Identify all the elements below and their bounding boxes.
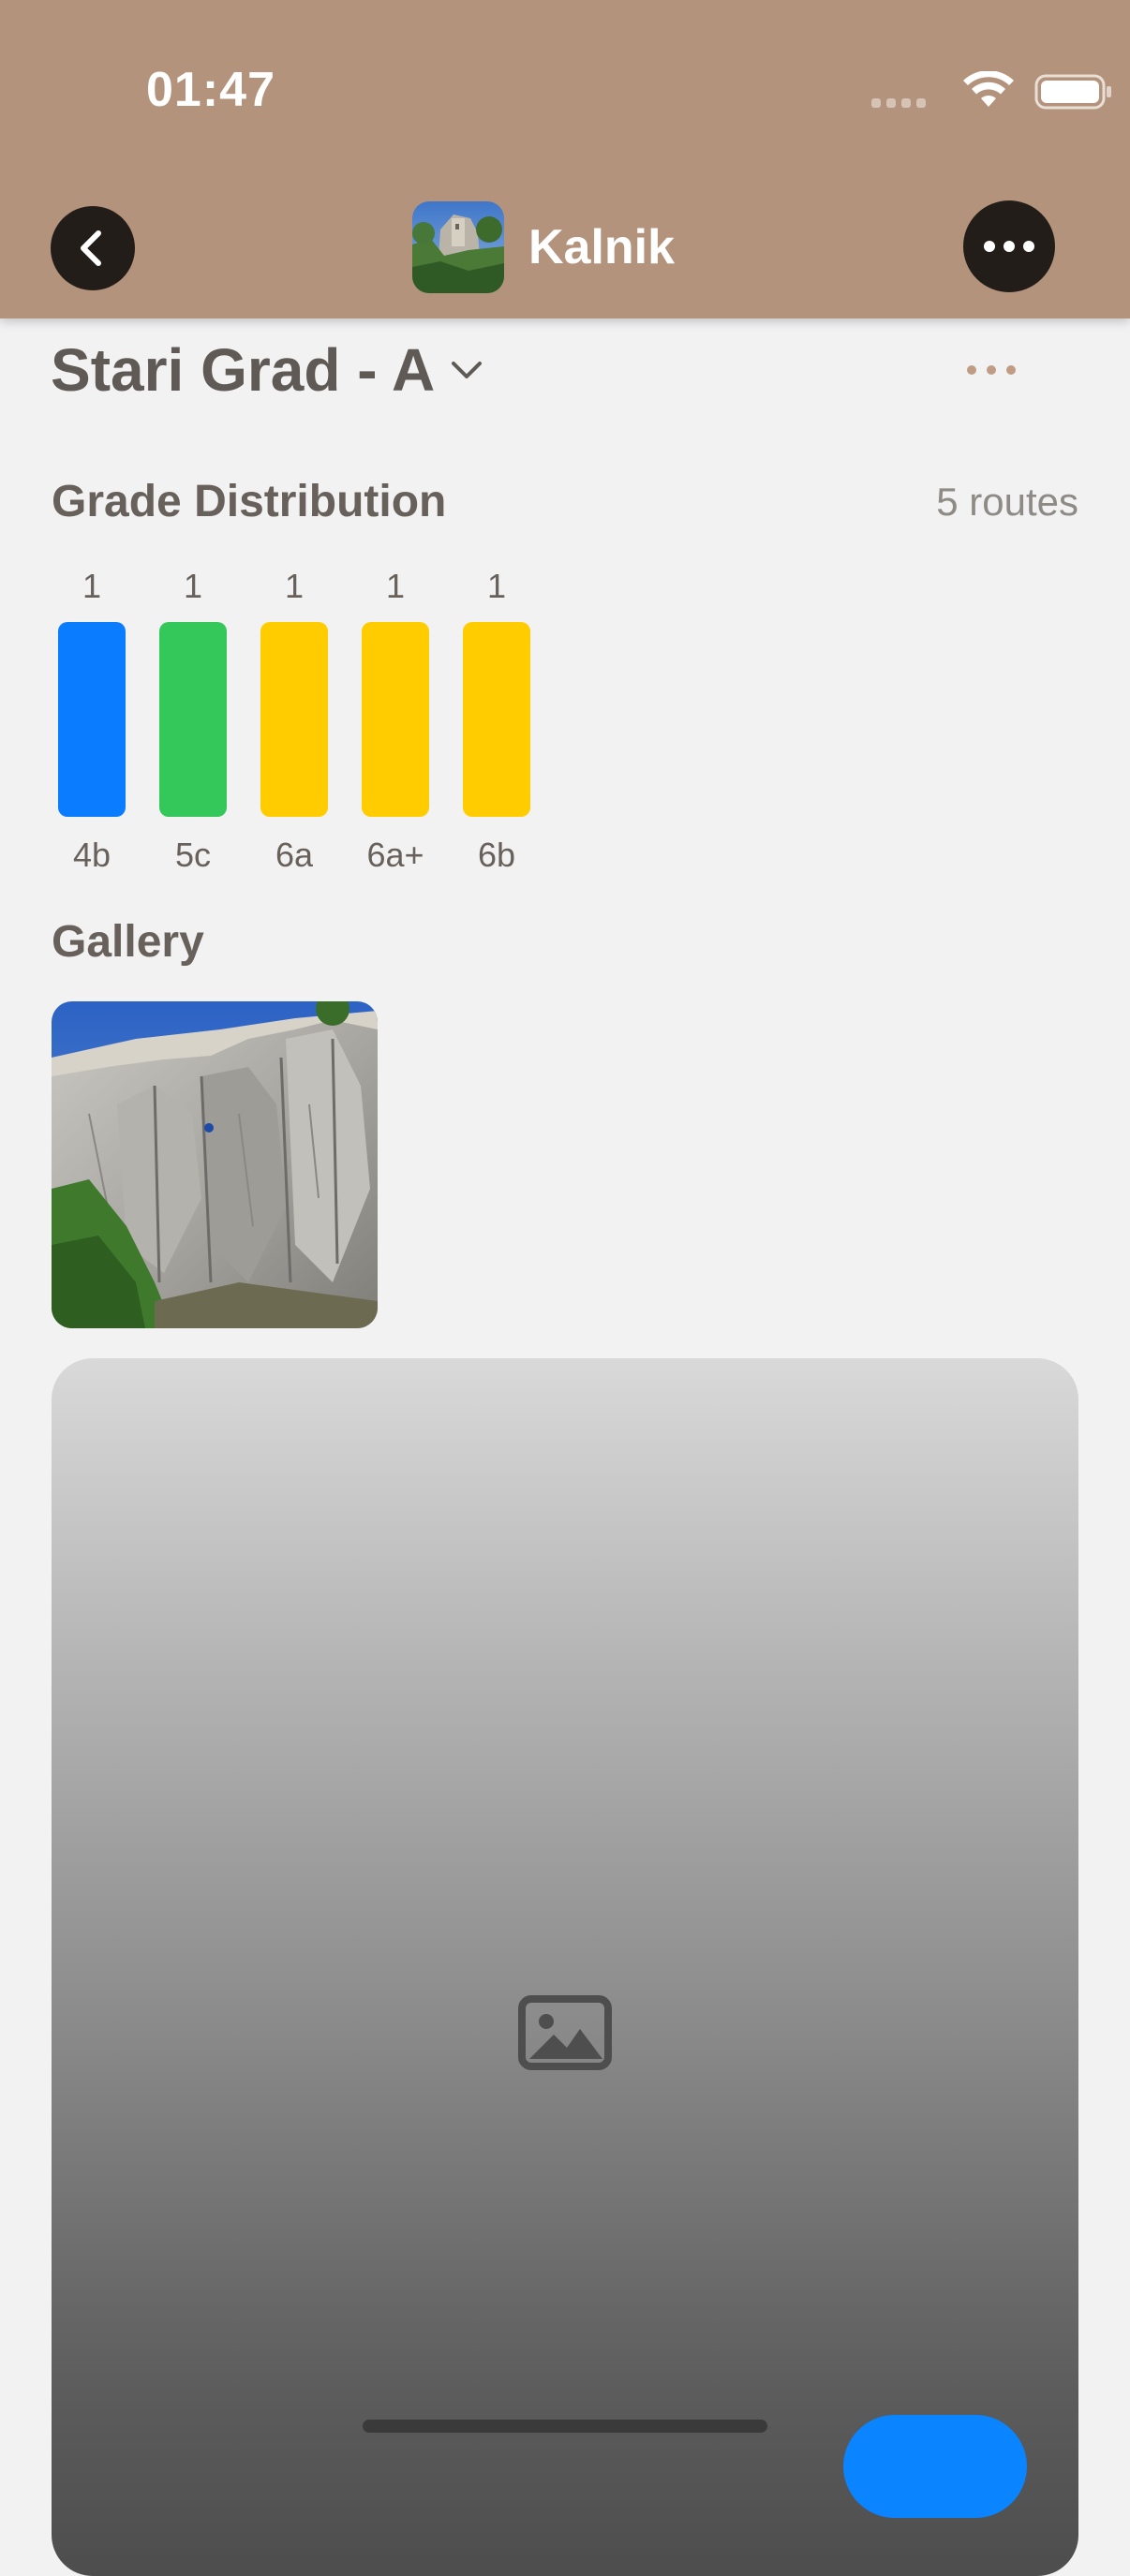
- grade-bar: [58, 622, 126, 817]
- image-placeholder-icon: [518, 1995, 612, 2070]
- home-indicator: [363, 2420, 767, 2433]
- sector-selector[interactable]: Stari Grad - A: [51, 333, 483, 407]
- grade-bar-column[interactable]: 1 4b: [58, 567, 126, 876]
- crag-thumbnail: [412, 201, 504, 293]
- bar-count-label: 1: [82, 567, 102, 605]
- grade-distribution-chart: 1 4b 1 5c 1 6a 1 6a+ 1 6b: [58, 567, 545, 876]
- navigation-header: 01:47 Kalnik: [0, 0, 1130, 318]
- bar-count-label: 1: [486, 567, 507, 605]
- grade-distribution-title: Grade Distribution: [52, 477, 447, 526]
- sector-title: Stari Grad - A: [51, 336, 436, 404]
- status-time: 01:47: [146, 63, 275, 117]
- bar-grade-label: 4b: [72, 836, 112, 874]
- bar-count-label: 1: [183, 567, 203, 605]
- routes-count: 5 routes: [936, 480, 1078, 524]
- grade-bar-column[interactable]: 1 6b: [463, 567, 530, 876]
- gallery-photo[interactable]: [52, 1001, 378, 1328]
- bar-grade-label: 6a+: [366, 836, 424, 874]
- chevron-left-icon: [81, 230, 101, 266]
- cellular-signal-icon: [871, 98, 926, 108]
- sector-more-button[interactable]: [967, 365, 1016, 375]
- grade-bar-column[interactable]: 1 6a: [260, 567, 328, 876]
- more-options-button[interactable]: [963, 200, 1055, 292]
- ellipsis-icon: [967, 365, 976, 375]
- status-indicators: [830, 0, 1130, 187]
- grade-bar: [463, 622, 530, 817]
- topo-action-button[interactable]: [843, 2415, 1027, 2518]
- crag-title[interactable]: Kalnik: [412, 200, 675, 294]
- back-button[interactable]: [51, 206, 135, 290]
- grade-bar: [362, 622, 429, 817]
- rock-wall-photo: [52, 1001, 378, 1328]
- gallery-title: Gallery: [52, 917, 204, 967]
- chevron-down-icon: [452, 362, 483, 378]
- bar-grade-label: 6b: [477, 836, 516, 874]
- bar-grade-label: 5c: [174, 836, 212, 874]
- topo-card[interactable]: [52, 1358, 1078, 2576]
- bar-grade-label: 6a: [275, 836, 314, 874]
- grade-bar: [260, 622, 328, 817]
- ellipsis-icon: [984, 241, 995, 252]
- grade-bar: [159, 622, 227, 817]
- bar-count-label: 1: [385, 567, 406, 605]
- grade-bar-column[interactable]: 1 5c: [159, 567, 227, 876]
- battery-icon: [1034, 74, 1111, 110]
- crag-name: Kalnik: [528, 220, 676, 274]
- grade-bar-column[interactable]: 1 6a+: [362, 567, 429, 876]
- wifi-icon: [963, 71, 1014, 107]
- bar-count-label: 1: [284, 567, 305, 605]
